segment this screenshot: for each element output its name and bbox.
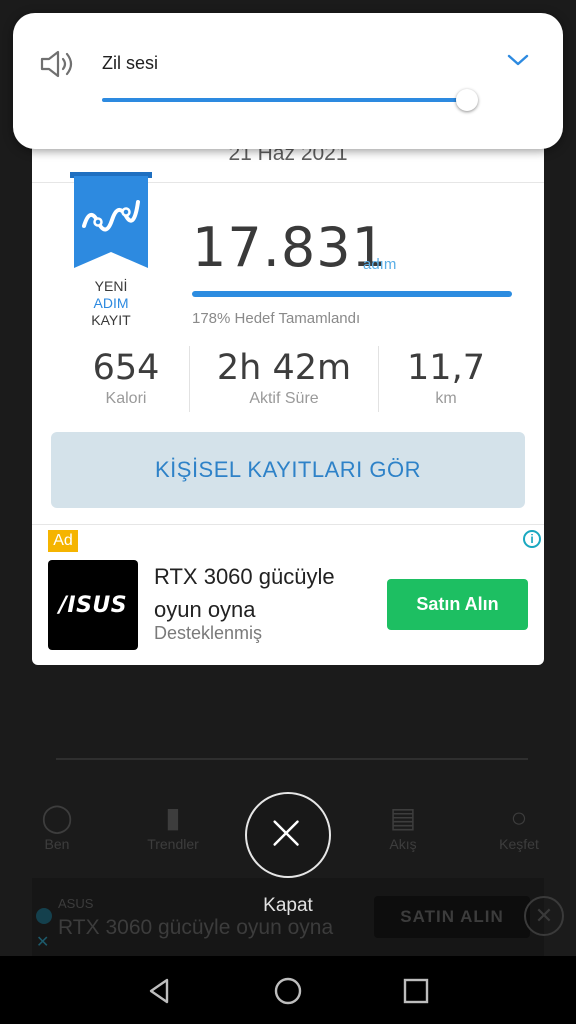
background-chart bbox=[32, 672, 544, 792]
bar-chart-icon: ▮ bbox=[165, 802, 181, 833]
chevron-down-icon[interactable] bbox=[507, 53, 529, 67]
stat-label: Aktif Süre bbox=[249, 390, 319, 407]
back-icon[interactable] bbox=[143, 974, 177, 1008]
background-nav-label: Akış bbox=[389, 836, 417, 852]
stat-distance: 11,7 km bbox=[366, 348, 526, 408]
stat-value: 11,7 bbox=[407, 348, 485, 388]
goal-progress-text: 178% Hedef Tamamlandı bbox=[192, 310, 361, 327]
stat-active-time: 2h 42m Aktif Süre bbox=[204, 348, 364, 408]
background-nav-trendler: ▮ Trendler bbox=[128, 800, 218, 852]
home-icon[interactable] bbox=[271, 974, 305, 1008]
background-banner-ad: ✕ ASUS RTX 3060 gücüyle oyun oyna SATIN … bbox=[32, 878, 544, 956]
stat-label: km bbox=[435, 390, 457, 407]
close-button[interactable] bbox=[245, 792, 331, 878]
ad-buy-button[interactable]: Satın Alın bbox=[387, 579, 528, 630]
info-icon[interactable]: i bbox=[523, 530, 541, 548]
background-ad-close-icon-circle: ✕ bbox=[524, 896, 564, 936]
stat-value: 2h 42m bbox=[216, 348, 352, 388]
background-nav-label: Trendler bbox=[147, 836, 199, 852]
new-record-line3: KAYIT bbox=[91, 312, 131, 328]
volume-slider-thumb[interactable] bbox=[456, 89, 478, 111]
close-label: Kapat bbox=[263, 895, 313, 916]
speaker-icon[interactable] bbox=[39, 49, 75, 79]
background-ad-info-icon bbox=[36, 908, 52, 924]
background-nav-akis: ▤ Akış bbox=[358, 800, 448, 852]
ad-badge: Ad bbox=[48, 530, 78, 552]
personal-records-button[interactable]: KİŞİSEL KAYITLARI GÖR bbox=[51, 432, 525, 508]
background-nav-label: Keşfet bbox=[499, 836, 539, 852]
ribbon-badge-icon bbox=[70, 172, 152, 268]
daily-summary-card: 21 Haz 2021 YENİ ADIM KAYIT 17.831 adım … bbox=[32, 120, 544, 665]
new-record-line1: YENİ bbox=[94, 278, 128, 294]
divider bbox=[32, 524, 544, 525]
step-count: 17.831 bbox=[192, 216, 387, 279]
goal-progress-bar bbox=[192, 291, 512, 297]
stat-label: Kalori bbox=[105, 390, 147, 407]
background-ad-brand: ASUS bbox=[58, 896, 94, 911]
background-chart-axis bbox=[56, 758, 528, 760]
stat-value: 654 bbox=[92, 348, 160, 388]
background-ad-cta: SATIN ALIN bbox=[374, 896, 530, 938]
asus-logo[interactable]: /ISUS bbox=[48, 560, 138, 650]
stat-calories: 654 Kalori bbox=[46, 348, 206, 408]
new-record-label: YENİ ADIM KAYIT bbox=[52, 278, 170, 329]
asus-logo-mark: /ISUS bbox=[56, 593, 127, 618]
volume-panel: Zil sesi bbox=[13, 13, 563, 149]
ad-title[interactable]: RTX 3060 gücüyle oyun oyna bbox=[154, 560, 384, 626]
new-record-line2: ADIM bbox=[93, 295, 129, 311]
background-ad-close-icon: ✕ bbox=[36, 934, 50, 951]
explore-icon: ○ bbox=[510, 802, 528, 833]
volume-label: Zil sesi bbox=[102, 53, 159, 73]
background-ad-text: RTX 3060 gücüyle oyun oyna bbox=[58, 916, 334, 939]
system-nav-bar bbox=[0, 956, 576, 1024]
background-nav-kesfet: ○ Keşfet bbox=[474, 800, 564, 852]
close-icon bbox=[273, 820, 299, 846]
feed-icon: ▤ bbox=[389, 802, 417, 833]
person-icon: ◯ bbox=[41, 802, 73, 833]
recents-icon[interactable] bbox=[399, 974, 433, 1008]
background-nav-label: Ben bbox=[44, 836, 70, 852]
volume-slider-track[interactable] bbox=[102, 98, 468, 102]
stat-divider bbox=[189, 346, 190, 412]
ad-sponsored-label: Desteklenmiş bbox=[154, 623, 263, 643]
background-nav-ben: ◯ Ben bbox=[12, 800, 102, 852]
asus-logo-text: /ISUS bbox=[56, 593, 127, 618]
step-unit: adım bbox=[363, 256, 397, 273]
